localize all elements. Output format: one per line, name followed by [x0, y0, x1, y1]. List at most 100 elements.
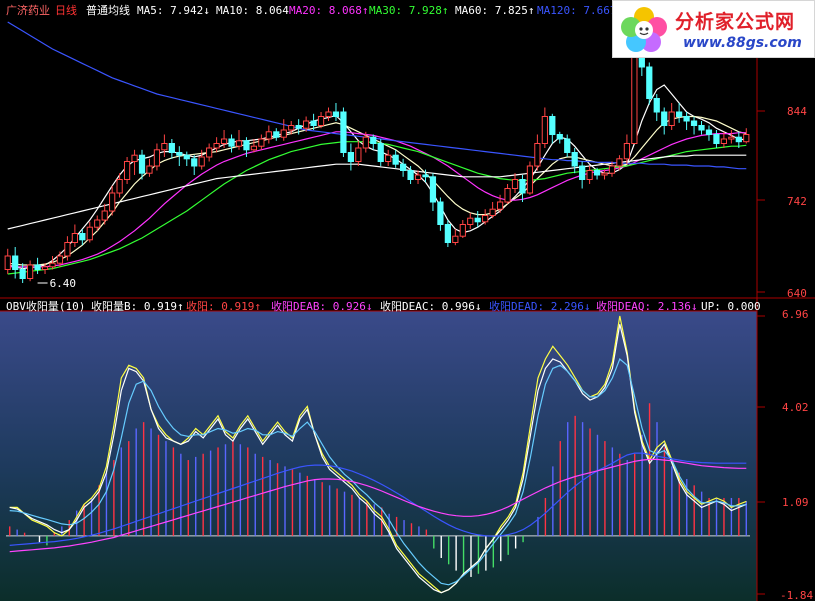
candle-body [138, 154, 146, 174]
candle-body [206, 147, 213, 158]
candle-body [534, 143, 541, 167]
candle-body [317, 116, 325, 126]
candle-body [705, 129, 713, 135]
upper-axis-label-640: 640 [787, 287, 807, 300]
candle-body [168, 143, 175, 153]
candle-body [101, 210, 108, 221]
candle-body [541, 116, 548, 144]
lower-legend: OBV收阳量(10) 收阳量B: 0.919↑ 收阳: 0.919↑ 收阳DEAB: … [6, 299, 761, 313]
candle-body [198, 156, 205, 167]
candle-body [414, 174, 422, 180]
candle-body [332, 111, 340, 117]
candle-body [564, 138, 571, 153]
candle-body [437, 201, 444, 225]
candle-body [79, 233, 86, 241]
price-annotation: 6.40 [50, 277, 77, 290]
candle-body [71, 233, 78, 243]
candle-body [370, 136, 377, 144]
candle-body [392, 154, 399, 165]
ma-legend-item: MA120: 7.667 [537, 4, 616, 17]
upper-axis-label-742: 742 [787, 195, 807, 208]
lower-panel-background [0, 311, 757, 601]
candle-body [347, 152, 355, 162]
candle-body [571, 152, 578, 167]
candle-body [549, 116, 556, 135]
candle-body [653, 98, 660, 113]
candle-body [131, 154, 138, 162]
candle-body [556, 134, 563, 140]
lower-legend-item: 收阳DEAB: 0.926↓ [271, 299, 372, 313]
candle-body [422, 174, 429, 178]
ma-legend-item: MA5: 7.942↓ [137, 4, 210, 17]
candle-body [690, 120, 698, 126]
candle-body [183, 154, 190, 160]
candle-body [250, 145, 258, 151]
candle-body [676, 111, 683, 117]
candle-body [519, 179, 526, 194]
lower-axis-label-1.09: 1.09 [782, 496, 809, 509]
candle-body [407, 170, 414, 180]
candle-body [86, 226, 93, 241]
candle-body [735, 136, 742, 143]
lower-legend-item: 收阳DEAD: 2.296↓ [489, 299, 590, 313]
candle-body [310, 120, 317, 126]
ma-legend-item: MA60: 7.825↑ [455, 4, 534, 17]
lower-legend-item: OBV收阳量(10) [6, 299, 85, 313]
candle-body [713, 134, 720, 144]
candle-body [526, 165, 534, 194]
logo-url-text: www.88gs.com [683, 35, 802, 51]
candle-body [228, 138, 235, 147]
candle-body [579, 165, 586, 180]
candle-body [452, 235, 459, 243]
ma-legend-item: MA30: 7.928↑ [369, 4, 448, 17]
candle-body [273, 131, 280, 138]
lower-axis-label-6.96: 6.96 [782, 308, 809, 321]
candle-body [109, 192, 116, 212]
lower-legend-item: 收阳DEAQ: 2.136↓ [596, 299, 697, 313]
candle-body [12, 255, 19, 270]
lower-legend-item: UP: 0.000 [701, 300, 761, 313]
candle-body [504, 188, 511, 203]
candle-body [340, 111, 347, 153]
candle-body [280, 129, 287, 138]
candle-body [26, 264, 34, 279]
candle-body [444, 224, 451, 243]
candle-body [489, 208, 496, 216]
candle-body [243, 140, 250, 151]
ma-legend-item: MA10: 8.064 [216, 4, 289, 17]
candle-body [377, 143, 384, 162]
candle-body [41, 266, 49, 270]
lower-axis-label-4.02: 4.02 [782, 401, 809, 414]
upper-axis-label-844: 844 [787, 105, 807, 118]
lower-legend-item: 收阳量B: 0.919↑ [91, 299, 184, 313]
ma-legend-item: MA20: 8.068↑ [289, 4, 368, 17]
candle-body [668, 111, 675, 126]
candle-body [586, 170, 593, 180]
candle-body [593, 170, 601, 176]
candle-body [467, 217, 474, 225]
candle-body [683, 116, 690, 122]
candle-body [146, 165, 153, 174]
candle-body [258, 138, 265, 147]
candle-body [608, 165, 616, 174]
candle-body [601, 172, 608, 176]
lower-axis-label-neg1.84: -1.84 [780, 589, 813, 601]
candle-body [355, 147, 362, 162]
candle-body [616, 158, 623, 167]
ma-legend: MA5: 7.942↓ MA10: 8.064 MA20: 8.068↑ MA30: … [137, 4, 616, 17]
candle-body [303, 120, 310, 129]
candle-body [511, 179, 519, 189]
logo-brand-text: 分析家公式网 [675, 11, 796, 33]
candle-body [235, 140, 243, 147]
candle-body [399, 163, 407, 171]
candle-body [94, 219, 101, 228]
candle-body [191, 158, 198, 167]
stock-chart[interactable]: 844 742 640 6.96 4.02 1.09 -1.84 广济药业 日线… [0, 0, 815, 601]
candle-body [4, 255, 11, 270]
candle-body [474, 217, 481, 223]
lower-legend-item: 收阳DEAC: 0.996↓ [380, 299, 481, 313]
candle-body [720, 138, 728, 144]
candle-body [213, 143, 220, 149]
candle-body [496, 201, 504, 210]
candle-body [220, 138, 228, 144]
